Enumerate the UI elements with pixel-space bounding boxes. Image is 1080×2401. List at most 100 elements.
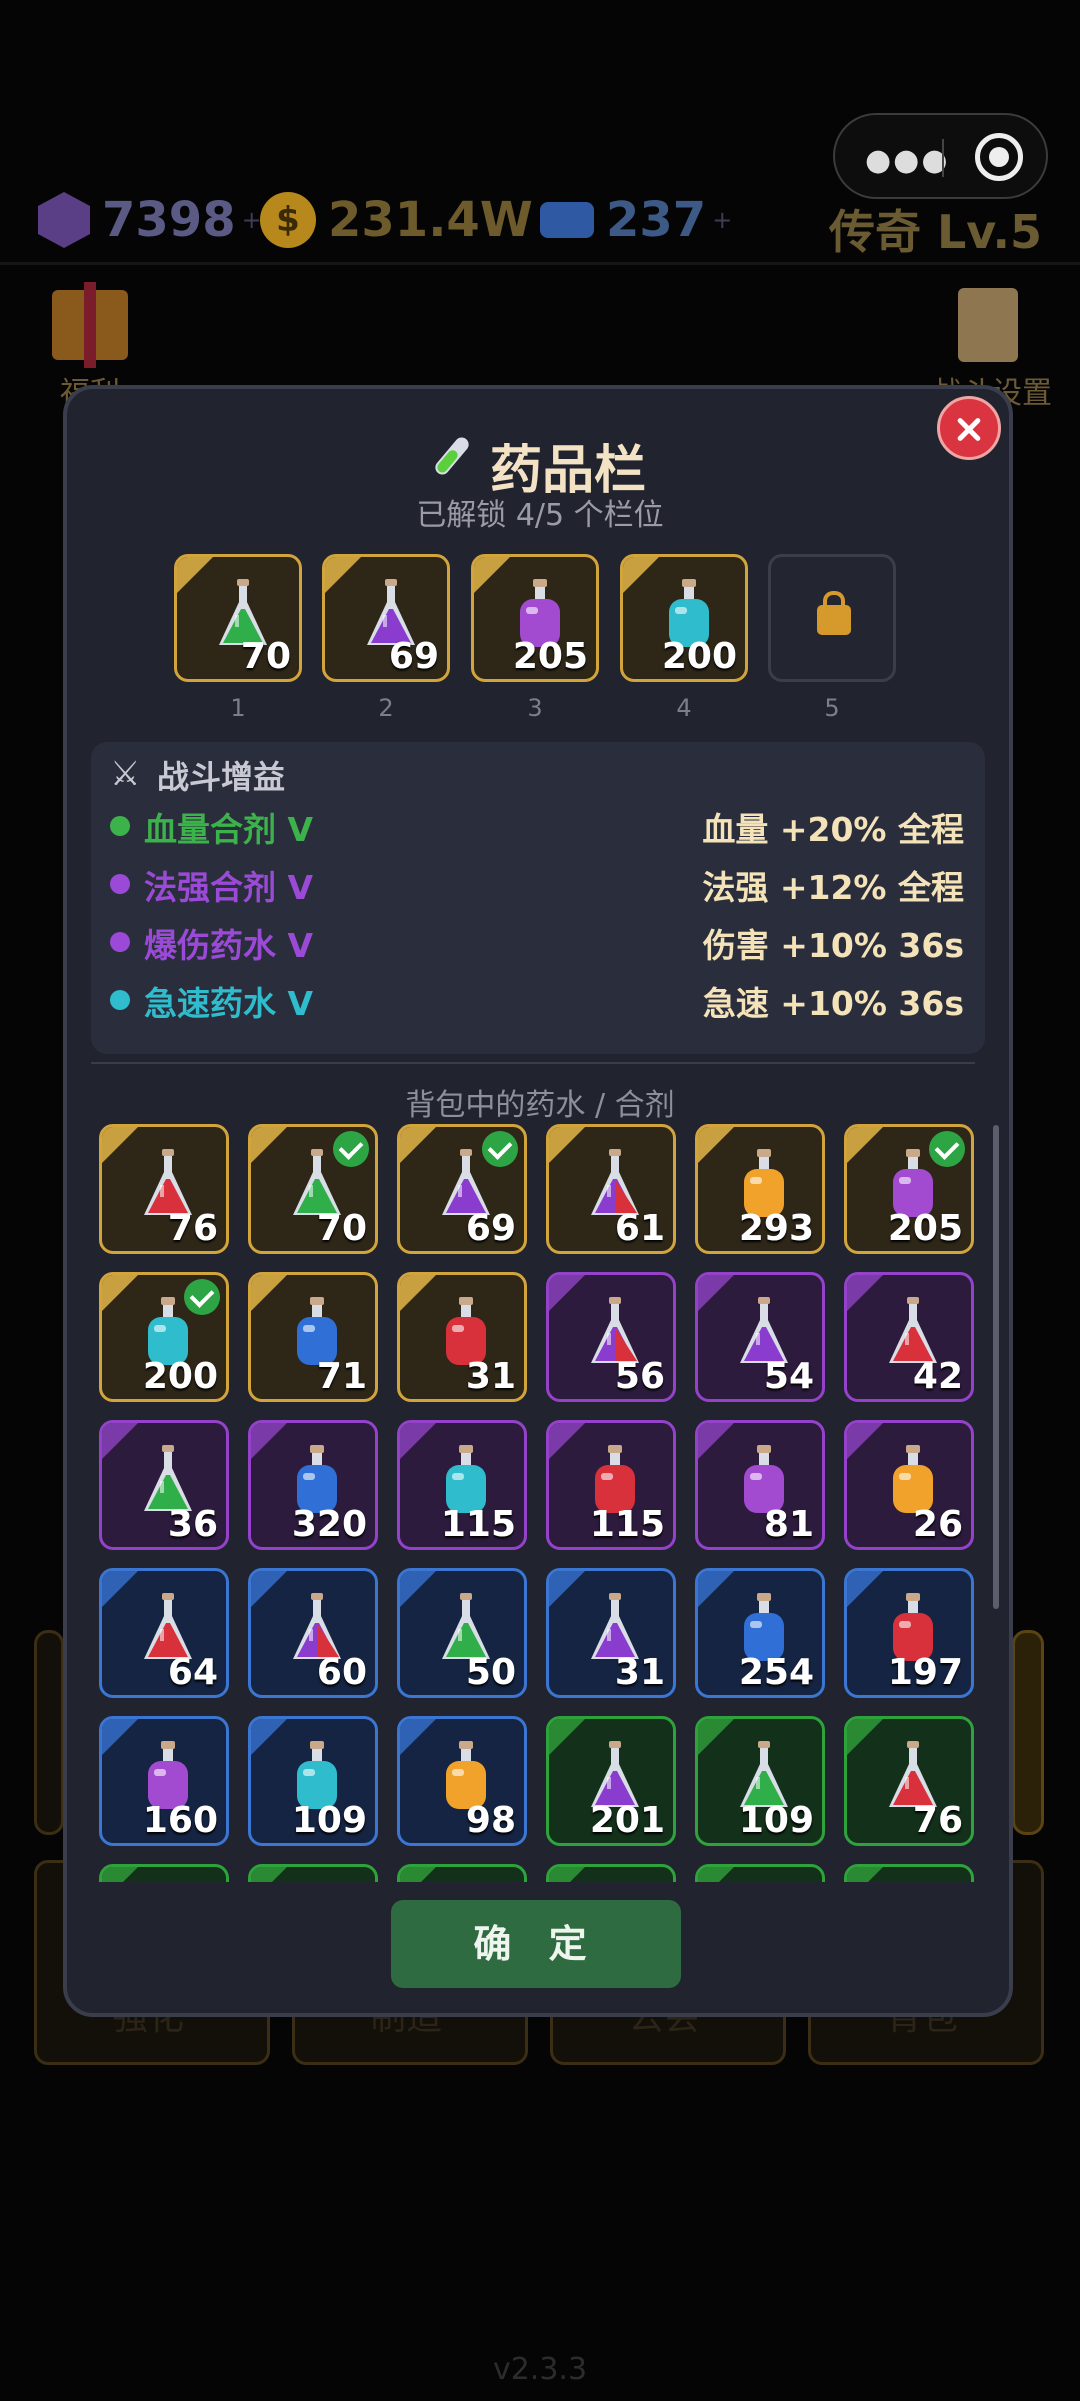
bag-item[interactable]: 60 [248,1568,378,1698]
rarity-corner [847,1571,883,1607]
rarity-corner [549,1719,585,1755]
ticket-plus: + [712,206,733,234]
rarity-corner [400,1719,436,1755]
bag-item[interactable]: 50 [397,1568,527,1698]
close-icon[interactable] [937,396,1001,460]
bag-item[interactable]: 76 [844,1716,974,1846]
rarity-corner [102,1571,138,1607]
bag-item[interactable]: 200 [99,1272,229,1402]
bag-item[interactable]: 31 [397,1272,527,1402]
bag-item[interactable]: 76 [99,1124,229,1254]
bag-item[interactable]: 205 [844,1124,974,1254]
item-count: 56 [614,1356,665,1397]
item-count: 69 [465,1208,516,1249]
item-count: 50 [465,1652,516,1693]
bag-item[interactable]: 71 [248,1272,378,1402]
bag-item[interactable]: 98 [397,1716,527,1846]
item-count: 320 [291,1504,367,1545]
section-divider [91,1062,975,1064]
bag-item[interactable]: 197 [844,1568,974,1698]
slot-number: 2 [378,694,394,722]
gem-plus: + [241,206,262,234]
slot-count: 70 [240,636,291,677]
bag-item[interactable]: 70 [248,1124,378,1254]
buff-row: 爆伤药水 V 伤害 +10% 36s [110,919,964,969]
bag-item[interactable]: 115 [397,1420,527,1550]
potion-slot-4[interactable]: 200 [620,554,748,682]
rarity-corner [102,1275,138,1311]
bag-item[interactable]: 26 [844,1420,974,1550]
gem-value: 7398 [102,192,236,248]
bag-item[interactable]: 56 [546,1272,676,1402]
potion-slot-5[interactable] [768,554,896,682]
item-count: 115 [440,1504,516,1545]
slot-number: 3 [527,694,543,722]
buff-name: 血量合剂 V [144,810,314,849]
version-label: v2.3.3 [492,2352,588,2387]
buff-row: 法强合剂 V 法强 +12% 全程 [110,861,964,911]
bag-item[interactable]: 42 [844,1272,974,1402]
bag-item[interactable]: 64 [99,1568,229,1698]
slot-number: 5 [824,694,840,722]
lock-icon [817,591,851,635]
confirm-button[interactable]: 确 定 [391,1900,681,1988]
rarity-corner [102,1719,138,1755]
item-count: 115 [589,1504,665,1545]
gold-value: 231.4W [328,192,533,248]
item-count: 36 [167,1504,218,1545]
bag-item[interactable]: 320 [248,1420,378,1550]
bag-scrollbar[interactable] [993,1125,999,1609]
bag-item[interactable]: 293 [695,1124,825,1254]
bag-item[interactable] [844,1864,974,1882]
bag-item[interactable]: 160 [99,1716,229,1846]
rank-label: 传奇 Lv.5 [828,205,1042,259]
bg-panel-right [1012,1630,1044,1835]
rarity-corner [102,1867,138,1882]
bag-item[interactable]: 69 [397,1124,527,1254]
gem-counter[interactable]: 7398 + [38,188,262,252]
checkmark-icon [333,1131,369,1167]
rarity-corner [549,1275,585,1311]
screen: { "capsule": {"menu_icon": "more-dots-ic… [0,0,1080,2401]
slot-count: 205 [512,636,588,677]
buff-effect: 伤害 +10% 36s [702,926,964,965]
buff-name: 爆伤药水 V [144,926,314,965]
rarity-corner [251,1275,287,1311]
rarity-corner [102,1423,138,1459]
rarity-corner [325,557,361,593]
item-count: 205 [887,1208,963,1249]
rarity-corner [400,1127,436,1163]
potion-slot-1[interactable]: 70 [174,554,302,682]
rarity-corner [400,1423,436,1459]
gold-counter[interactable]: $ 231.4W + [260,188,559,252]
bag-grid[interactable]: 76 70 69 61 293 205 200 71 31 56 54 42 3… [91,1120,991,1882]
bag-item[interactable]: 31 [546,1568,676,1698]
bag-item[interactable] [546,1864,676,1882]
item-count: 54 [763,1356,814,1397]
bag-item[interactable]: 54 [695,1272,825,1402]
item-count: 31 [465,1356,516,1397]
ticket-counter[interactable]: 237 + [540,188,732,252]
checkmark-icon [184,1279,220,1315]
potion-slot-3[interactable]: 205 [471,554,599,682]
buff-dot-icon [110,932,130,952]
buff-name: 法强合剂 V [144,868,314,907]
bag-item[interactable]: 109 [248,1716,378,1846]
bag-item[interactable]: 36 [99,1420,229,1550]
bag-item[interactable]: 201 [546,1716,676,1846]
bag-item[interactable] [248,1864,378,1882]
item-count: 109 [291,1800,367,1841]
bag-item[interactable]: 254 [695,1568,825,1698]
rarity-corner [177,557,213,593]
item-count: 64 [167,1652,218,1693]
bag-item[interactable] [397,1864,527,1882]
bag-item[interactable]: 109 [695,1716,825,1846]
rarity-corner [251,1571,287,1607]
bag-item[interactable]: 61 [546,1124,676,1254]
potion-slot-2[interactable]: 69 [322,554,450,682]
bag-item[interactable] [695,1864,825,1882]
coin-icon: $ [260,192,316,248]
bag-item[interactable]: 115 [546,1420,676,1550]
bag-item[interactable] [99,1864,229,1882]
bag-item[interactable]: 81 [695,1420,825,1550]
